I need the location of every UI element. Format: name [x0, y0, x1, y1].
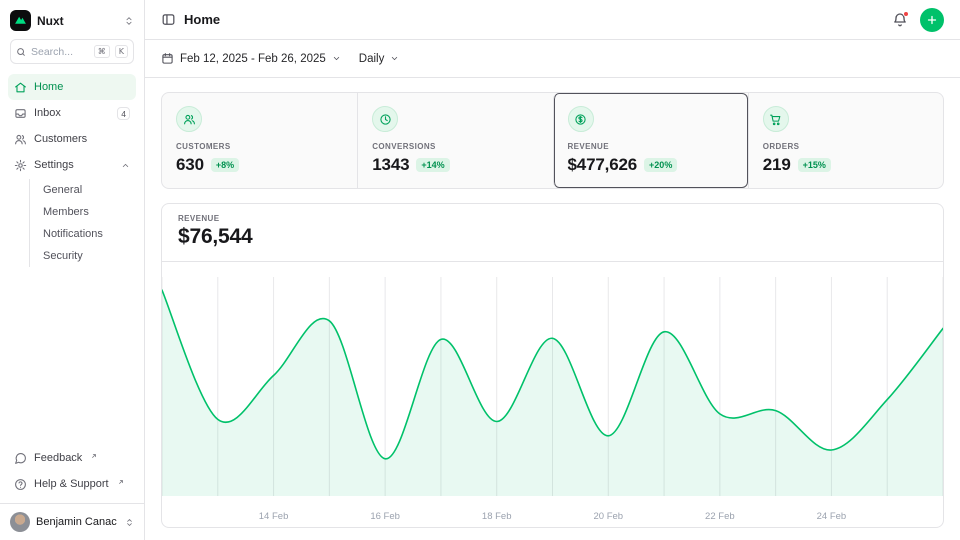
stat-delta-badge: +8%	[211, 158, 239, 172]
user-menu[interactable]: Benjamin Canac	[0, 503, 144, 540]
stat-delta-badge: +15%	[798, 158, 831, 172]
sidebar-spacer	[0, 267, 144, 445]
external-link-icon	[118, 479, 124, 485]
kbd-cmd: ⌘	[94, 45, 110, 58]
chevron-down-icon	[332, 54, 341, 63]
sidebar-item-security[interactable]: Security	[37, 245, 128, 267]
sidebar-item-label: Settings	[34, 159, 114, 171]
stat-value: $477,626	[568, 155, 638, 175]
inbox-icon	[14, 107, 27, 120]
sidebar-item-general[interactable]: General	[37, 179, 128, 201]
revenue-chart-card: REVENUE $76,544 14 Feb 16 Feb 18 Feb 20 Feb…	[161, 203, 944, 528]
sidebar-footer-nav: Feedback Help & Support	[0, 445, 144, 503]
sidebar-item-notifications[interactable]: Notifications	[37, 223, 128, 245]
cart-icon	[763, 106, 789, 132]
sidebar-item-settings[interactable]: Settings	[8, 152, 136, 178]
sidebar-item-label: Inbox	[34, 107, 110, 119]
sidebar-item-inbox[interactable]: Inbox 4	[8, 100, 136, 126]
header-actions	[892, 8, 944, 32]
search-input[interactable]: Search... ⌘ K	[10, 39, 134, 64]
revenue-chart-header: REVENUE $76,544	[162, 204, 943, 262]
home-icon	[14, 81, 27, 94]
stat-delta-badge: +14%	[416, 158, 449, 172]
stat-label: ORDERS	[763, 142, 929, 151]
date-range-value: Feb 12, 2025 - Feb 26, 2025	[180, 53, 326, 65]
workspace-name: Nuxt	[37, 14, 118, 28]
calendar-icon	[161, 52, 174, 65]
sidebar-item-feedback[interactable]: Feedback	[8, 445, 136, 471]
stat-card-customers[interactable]: CUSTOMERS 630 +8%	[162, 93, 357, 188]
sidebar: Nuxt Search... ⌘ K Home Inbox 4	[0, 0, 145, 540]
dollar-circle-icon	[568, 106, 594, 132]
inbox-count-badge: 4	[117, 107, 130, 120]
chevron-up-down-icon	[124, 16, 134, 26]
stat-label: CUSTOMERS	[176, 142, 343, 151]
sidebar-collapse-button[interactable]	[161, 12, 176, 27]
svg-text:20 Feb: 20 Feb	[593, 511, 623, 522]
stat-label: CONVERSIONS	[372, 142, 538, 151]
external-link-icon	[91, 453, 97, 459]
sidebar-item-customers[interactable]: Customers	[8, 126, 136, 152]
dashboard-content: CUSTOMERS 630 +8% CONVERSIONS 1343 +14%	[145, 78, 960, 540]
svg-text:16 Feb: 16 Feb	[370, 511, 400, 522]
stat-card-revenue[interactable]: REVENUE $477,626 +20%	[553, 93, 748, 188]
svg-text:18 Feb: 18 Feb	[482, 511, 512, 522]
chevron-up-down-icon	[125, 518, 134, 527]
main-panel: Home Feb 12, 2025 - Feb 26, 2025	[145, 0, 960, 540]
stat-label: REVENUE	[568, 142, 734, 151]
svg-text:24 Feb: 24 Feb	[817, 511, 847, 522]
panel-left-icon	[161, 12, 176, 27]
stat-value: 219	[763, 155, 791, 175]
filter-toolbar: Feb 12, 2025 - Feb 26, 2025 Daily	[145, 40, 960, 78]
date-range-picker[interactable]: Feb 12, 2025 - Feb 26, 2025	[161, 52, 341, 65]
notifications-button[interactable]	[892, 12, 908, 28]
stat-delta-badge: +20%	[644, 158, 677, 172]
stat-value: 1343	[372, 155, 409, 175]
stat-card-orders[interactable]: ORDERS 219 +15%	[748, 93, 943, 188]
add-button[interactable]	[920, 8, 944, 32]
avatar	[10, 512, 30, 532]
page-header: Home	[145, 0, 960, 40]
search-icon	[16, 47, 26, 57]
interval-select[interactable]: Daily	[359, 53, 400, 65]
settings-subnav: General Members Notifications Security	[29, 179, 128, 267]
chevron-down-icon	[390, 54, 399, 63]
plus-icon	[926, 14, 938, 26]
chevron-up-icon	[121, 161, 130, 170]
stat-value: 630	[176, 155, 204, 175]
clock-icon	[372, 106, 398, 132]
chat-bubble-icon	[14, 452, 27, 465]
chart-kpi-label: REVENUE	[178, 214, 927, 223]
sidebar-item-label: Feedback	[34, 452, 82, 464]
svg-text:14 Feb: 14 Feb	[259, 511, 289, 522]
stats-grid: CUSTOMERS 630 +8% CONVERSIONS 1343 +14%	[161, 92, 944, 189]
sidebar-item-home[interactable]: Home	[8, 74, 136, 100]
workspace-selector[interactable]: Nuxt	[0, 0, 144, 39]
users-icon	[14, 133, 27, 146]
interval-value: Daily	[359, 53, 385, 65]
page-title: Home	[184, 12, 220, 27]
notification-dot	[903, 11, 909, 17]
sidebar-item-label: Home	[34, 81, 130, 93]
kbd-k: K	[115, 45, 128, 58]
sidebar-item-members[interactable]: Members	[37, 201, 128, 223]
nuxt-logo-icon	[10, 10, 31, 31]
sidebar-item-help-support[interactable]: Help & Support	[8, 471, 136, 497]
sidebar-nav: Home Inbox 4 Customers Settings Ge	[0, 74, 144, 267]
sidebar-item-label: Customers	[34, 133, 130, 145]
revenue-chart-area[interactable]: 14 Feb 16 Feb 18 Feb 20 Feb 22 Feb 24 Feb	[162, 262, 943, 527]
search-placeholder: Search...	[31, 46, 89, 58]
svg-text:22 Feb: 22 Feb	[705, 511, 735, 522]
revenue-chart: 14 Feb 16 Feb 18 Feb 20 Feb 22 Feb 24 Feb	[162, 262, 943, 527]
help-circle-icon	[14, 478, 27, 491]
stat-card-conversions[interactable]: CONVERSIONS 1343 +14%	[357, 93, 552, 188]
chart-kpi-value: $76,544	[178, 225, 927, 249]
user-name: Benjamin Canac	[36, 516, 119, 528]
gear-icon	[14, 159, 27, 172]
sidebar-item-label: Help & Support	[34, 478, 109, 490]
users-icon	[176, 106, 202, 132]
